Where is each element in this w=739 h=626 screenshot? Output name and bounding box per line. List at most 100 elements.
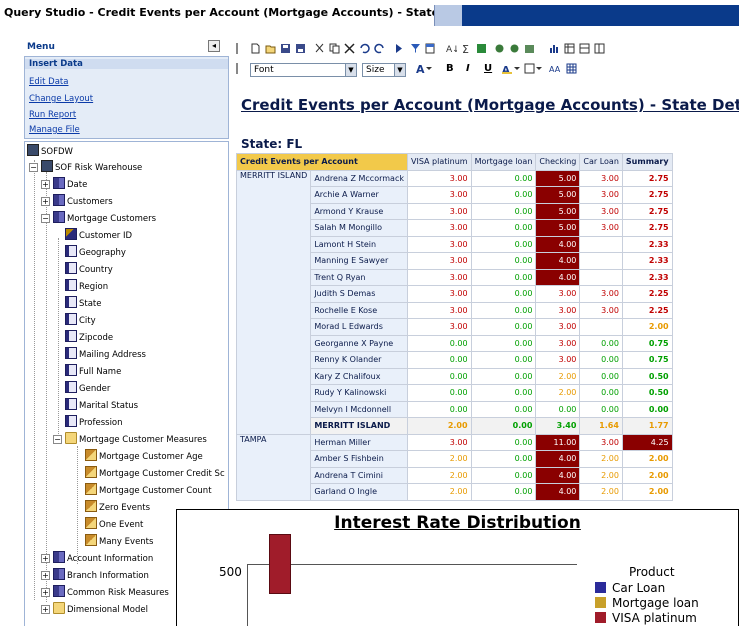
tree-node-mortgage-customer-count[interactable]: Mortgage Customer Count [85,483,212,499]
tree-node-city[interactable]: City [65,313,96,329]
calculate-icon[interactable] [476,43,487,54]
row-header-customer[interactable]: Judith S Demas [310,285,408,303]
table-cell[interactable]: 3.00 [535,318,581,336]
underline-button[interactable]: U [484,63,492,74]
report-title[interactable]: Credit Events per Account (Mortgage Acco… [241,96,739,114]
table-cell[interactable]: 3.00 [406,301,472,319]
table-cell[interactable]: 0.00 [406,384,472,402]
table-cell[interactable]: 2.75 [621,202,673,220]
table-cell[interactable]: 0.00 [470,400,537,418]
column-header-mortgage-loan[interactable]: Mortgage loan [470,153,537,171]
tree-node-account-information[interactable]: + Account Information [41,551,153,567]
copy-icon[interactable] [329,43,340,54]
table-cell[interactable]: 3.00 [406,186,472,204]
total-cell[interactable]: 2.00 [406,417,472,435]
menu-item-change-layout[interactable]: Change Layout [29,94,93,104]
summarize-icon[interactable]: Σ [461,43,472,54]
redo-icon[interactable] [374,43,385,54]
row-header-customer[interactable]: Rudy Y Kalinowski [310,384,408,402]
chart-icon[interactable] [549,43,560,54]
table-cell[interactable]: 0.00 [470,450,537,468]
table-cell[interactable]: 0.00 [579,367,623,385]
tree-node-mailing-address[interactable]: Mailing Address [65,347,146,363]
table-cell[interactable]: 5.00 [535,202,581,220]
table-cell[interactable]: 0.00 [406,367,472,385]
table-cell[interactable]: 0.00 [470,301,537,319]
menu-item-run-report[interactable]: Run Report [29,110,76,120]
row-header-customer[interactable]: Melvyn I Mcdonnell [310,400,408,418]
table-cell[interactable]: 3.00 [406,252,472,270]
row-header-customer[interactable]: Andrena T Cimini [310,466,408,484]
table-cell[interactable]: 4.00 [535,268,581,286]
row-header-customer[interactable]: Kary Z Chalifoux [310,367,408,385]
table-cell[interactable]: 11.00 [535,433,581,451]
total-cell[interactable]: 1.77 [621,417,673,435]
table-cell[interactable]: 2.75 [621,186,673,204]
table-cell[interactable]: 0.00 [470,318,537,336]
table-cell[interactable]: 0.00 [470,483,537,501]
tree-node-dimensional-model[interactable]: + Dimensional Model [41,602,148,618]
row-header-customer[interactable]: Andrena Z Mccormack [310,169,408,187]
menu-item-insert-data[interactable]: Insert Data [25,59,228,69]
table-cell[interactable]: 2.00 [406,450,472,468]
tree-node-mortgage-customer-credit[interactable]: Mortgage Customer Credit Sc [85,466,225,482]
tree-node-sofdw[interactable]: SOFDW [27,144,73,160]
table-cell[interactable]: 2.33 [621,268,673,286]
collapse-icon[interactable]: − [53,435,62,444]
tree-node-zipcode[interactable]: Zipcode [65,330,113,346]
expand-icon[interactable]: + [41,571,50,580]
table-cell[interactable]: 3.00 [406,433,472,451]
table-cell[interactable] [579,268,623,286]
table-cell[interactable]: 0.00 [406,334,472,352]
tree-node-many-events[interactable]: Many Events [85,534,153,550]
menu-item-manage-file[interactable]: Manage File [29,125,80,135]
table-cell[interactable]: 0.00 [579,400,623,418]
undo-icon[interactable] [359,43,370,54]
table-cell[interactable]: 2.75 [621,219,673,237]
column-header-checking[interactable]: Checking [535,153,581,171]
table-cell[interactable]: 2.00 [406,466,472,484]
row-header-customer[interactable]: Trent Q Ryan [310,268,408,286]
expand-icon[interactable]: + [41,197,50,206]
tree-node-profession[interactable]: Profession [65,415,123,431]
pivot-icon[interactable] [564,43,575,54]
table-cell[interactable]: 4.00 [535,252,581,270]
collapse-pane-button[interactable]: ◂ [208,40,220,52]
drill-down-icon[interactable] [494,43,505,54]
table-cell[interactable]: 0.75 [621,334,673,352]
table-cell[interactable]: 3.00 [579,301,623,319]
table-cell[interactable]: 0.00 [470,384,537,402]
go-to-icon[interactable] [524,43,535,54]
cut-icon[interactable] [314,43,325,54]
table-cell[interactable]: 0.50 [621,384,673,402]
table-cell[interactable]: 4.00 [535,450,581,468]
table-cell[interactable]: 3.00 [406,219,472,237]
tree-node-customers[interactable]: + Customers [41,194,113,210]
table-cell[interactable] [579,235,623,253]
tree-node-marital-status[interactable]: Marital Status [65,398,138,414]
tree-node-region[interactable]: Region [65,279,108,295]
save-as-icon[interactable] [295,43,306,54]
table-cell[interactable]: 0.00 [470,252,537,270]
tree-node-date[interactable]: + Date [41,177,87,193]
highlight-icon[interactable]: A [502,63,520,74]
row-header-customer[interactable]: Herman Miller [310,433,408,451]
row-header-tampa[interactable]: TAMPA [235,433,312,501]
table-cell[interactable]: 2.00 [621,466,673,484]
row-header-customer[interactable]: Manning E Sawyer [310,252,408,270]
section-icon[interactable] [594,43,605,54]
save-icon[interactable] [280,43,291,54]
drill-up-icon[interactable] [509,43,520,54]
menu-item-edit-data[interactable]: Edit Data [29,77,68,87]
column-header-car-loan[interactable]: Car Loan [579,153,623,171]
column-header-summary[interactable]: Summary [621,153,673,171]
table-cell[interactable]: 0.50 [621,367,673,385]
tree-node-branch-information[interactable]: + Branch Information [41,568,149,584]
table-cell[interactable]: 0.00 [470,433,537,451]
table-cell[interactable]: 3.00 [406,202,472,220]
table-cell[interactable]: 2.00 [579,483,623,501]
row-header-customer[interactable]: Archie A Warner [310,186,408,204]
table-cell[interactable]: 0.00 [470,202,537,220]
italic-button[interactable]: I [466,63,470,74]
row-header-customer[interactable]: Lamont H Stein [310,235,408,253]
